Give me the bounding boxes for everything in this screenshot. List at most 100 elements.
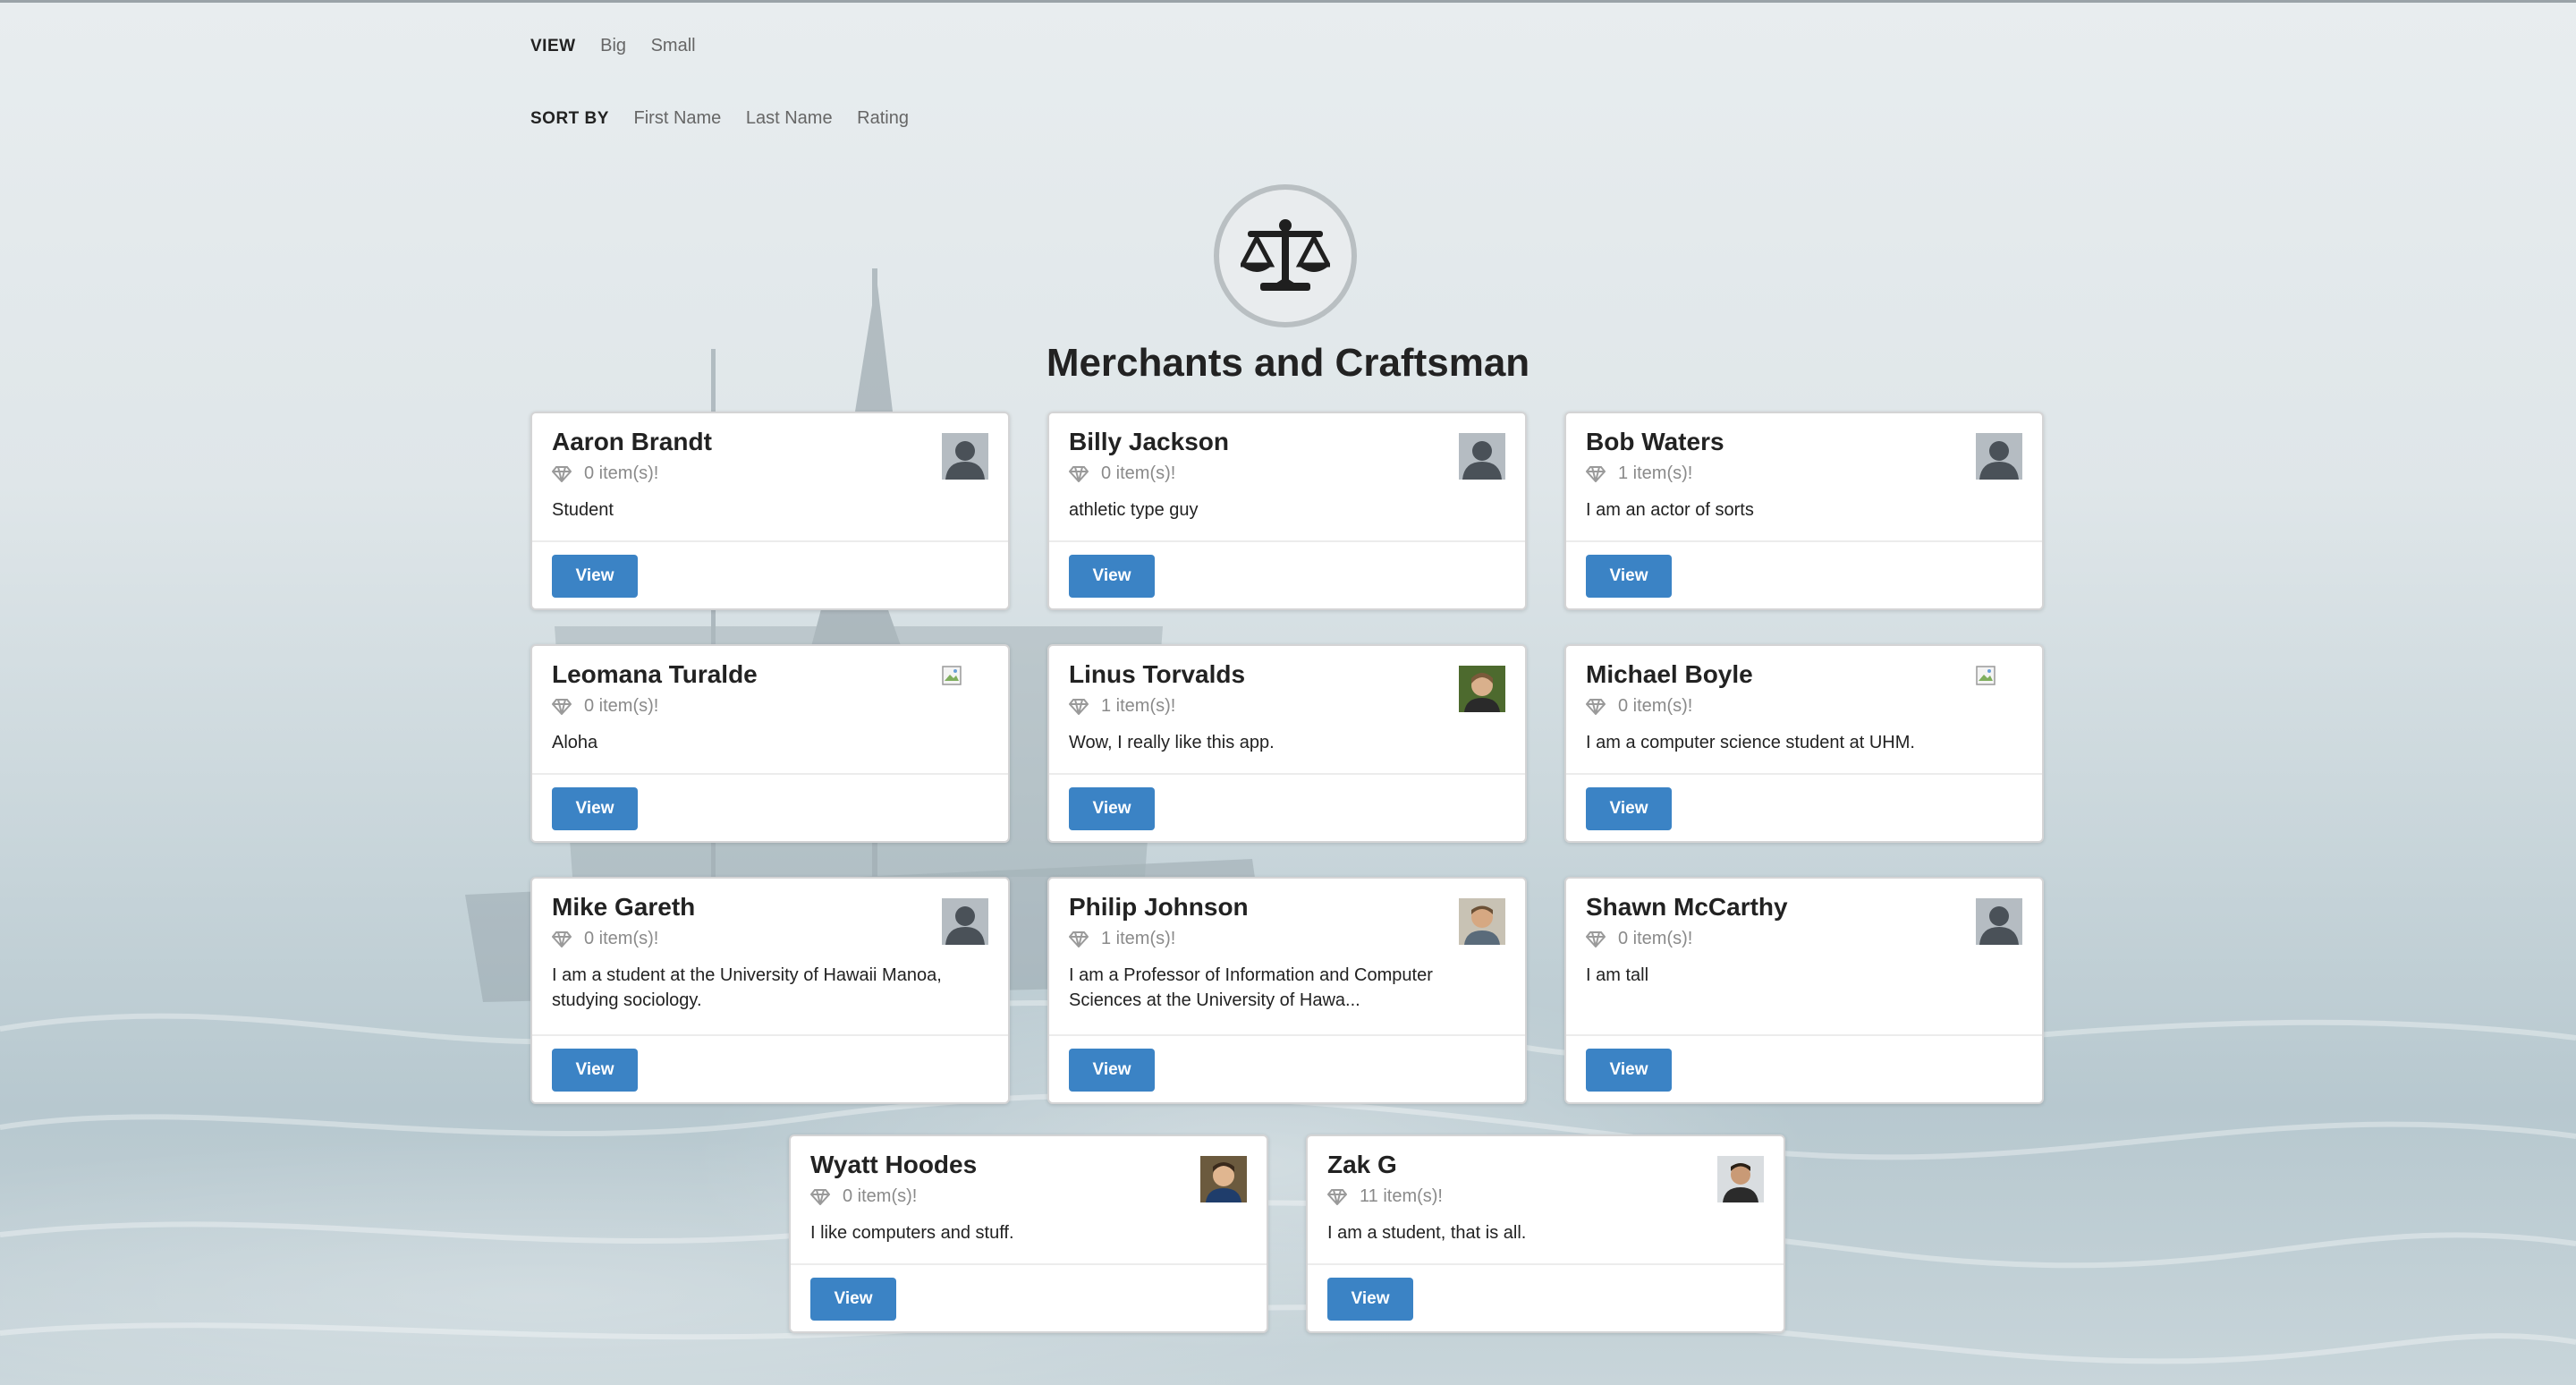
card-divider [532, 773, 1008, 775]
profile-name: Leomana Turalde [552, 660, 758, 688]
user-photo-avatar [1717, 1156, 1764, 1202]
view-options: VIEW Big Small [530, 36, 716, 56]
profile-name: Linus Torvalds [1069, 660, 1246, 688]
profile-description: I like computers and stuff. [810, 1223, 1014, 1243]
default-user-avatar [942, 898, 988, 945]
category-emblem [1214, 184, 1357, 327]
view-profile-button[interactable]: View [552, 787, 638, 830]
view-profile-button[interactable]: View [1327, 1278, 1413, 1321]
diamond-icon [1069, 930, 1089, 947]
profile-card: Billy Jackson 0 item(s)! athletic type g… [1047, 412, 1527, 610]
profile-name: Philip Johnson [1069, 893, 1249, 921]
profile-card: Wyatt Hoodes 0 item(s)! I like computers… [789, 1134, 1268, 1333]
diamond-icon [552, 930, 572, 947]
view-profile-button[interactable]: View [1069, 1049, 1155, 1092]
item-count: 0 item(s)! [1618, 929, 1693, 948]
card-divider [1049, 1034, 1525, 1036]
profile-card: Michael Boyle 0 item(s)! I am a computer… [1564, 644, 2044, 843]
profile-card: Shawn McCarthy 0 item(s)! I am tall View [1564, 877, 2044, 1104]
diamond-icon [1069, 698, 1089, 715]
profile-card: Aaron Brandt 0 item(s)! Student View [530, 412, 1010, 610]
profile-name: Michael Boyle [1586, 660, 1753, 688]
item-count: 0 item(s)! [584, 696, 659, 716]
item-count: 0 item(s)! [843, 1186, 918, 1206]
view-small-option[interactable]: Small [651, 36, 696, 55]
default-user-avatar [1459, 433, 1505, 480]
item-count: 1 item(s)! [1101, 696, 1176, 716]
sort-first-name-option[interactable]: First Name [634, 108, 722, 128]
page-title: Merchants and Craftsman [1046, 341, 1530, 385]
profile-name: Billy Jackson [1069, 428, 1229, 455]
user-photo-avatar [1200, 1156, 1247, 1202]
item-count: 1 item(s)! [1101, 929, 1176, 948]
sort-rating-option[interactable]: Rating [857, 108, 909, 128]
view-profile-button[interactable]: View [1069, 787, 1155, 830]
profile-description: I am a student at the University of Hawa… [552, 965, 942, 1010]
profile-name: Mike Gareth [552, 893, 696, 921]
profile-name: Aaron Brandt [552, 428, 712, 455]
profile-description: I am a Professor of Information and Comp… [1069, 965, 1433, 1010]
view-profile-button[interactable]: View [1069, 555, 1155, 598]
item-count: 0 item(s)! [584, 463, 659, 483]
view-profile-button[interactable]: View [1586, 1049, 1672, 1092]
profile-description: Wow, I really like this app. [1069, 733, 1275, 752]
diamond-icon [1586, 930, 1606, 947]
profile-card: Zak G 11 item(s)! I am a student, that i… [1306, 1134, 1785, 1333]
view-profile-button[interactable]: View [810, 1278, 896, 1321]
default-user-avatar [942, 433, 988, 480]
view-profile-button[interactable]: View [552, 555, 638, 598]
item-count: 0 item(s)! [1101, 463, 1176, 483]
card-divider [1566, 1034, 2042, 1036]
profile-card: Linus Torvalds 1 item(s)! Wow, I really … [1047, 644, 1527, 843]
user-photo-avatar [1459, 666, 1505, 712]
user-photo-avatar [1459, 898, 1505, 945]
item-count: 1 item(s)! [1618, 463, 1693, 483]
broken-image-icon [1976, 666, 1996, 685]
profile-description: I am a student, that is all. [1327, 1223, 1527, 1243]
item-count: 0 item(s)! [1618, 696, 1693, 716]
profile-name: Zak G [1327, 1151, 1397, 1178]
diamond-icon [552, 698, 572, 715]
balance-scale-icon [1241, 219, 1330, 291]
profile-description: I am an actor of sorts [1586, 500, 1754, 520]
default-user-avatar [1976, 898, 2022, 945]
view-profile-button[interactable]: View [552, 1049, 638, 1092]
sort-options: SORT BY First Name Last Name Rating [530, 108, 928, 129]
card-divider [1308, 1263, 1784, 1265]
diamond-icon [1586, 698, 1606, 715]
profile-card: Philip Johnson 1 item(s)! I am a Profess… [1047, 877, 1527, 1104]
diamond-icon [1327, 1188, 1347, 1205]
top-border [0, 0, 2576, 3]
diamond-icon [552, 465, 572, 482]
diamond-icon [1586, 465, 1606, 482]
profile-description: I am a computer science student at UHM. [1586, 733, 1915, 752]
profile-name: Shawn McCarthy [1586, 893, 1788, 921]
profile-description: I am tall [1586, 965, 1649, 985]
profile-name: Wyatt Hoodes [810, 1151, 978, 1178]
view-profile-button[interactable]: View [1586, 787, 1672, 830]
card-divider [1566, 540, 2042, 542]
card-divider [1566, 773, 2042, 775]
card-divider [1049, 773, 1525, 775]
sort-label: SORT BY [530, 109, 609, 128]
card-divider [532, 540, 1008, 542]
item-count: 0 item(s)! [584, 929, 659, 948]
card-divider [1049, 540, 1525, 542]
diamond-icon [1069, 465, 1089, 482]
profile-card: Leomana Turalde 0 item(s)! Aloha View [530, 644, 1010, 843]
profile-description: Student [552, 500, 614, 520]
profile-description: Aloha [552, 733, 598, 752]
item-count: 11 item(s)! [1360, 1186, 1443, 1206]
view-profile-button[interactable]: View [1586, 555, 1672, 598]
profile-description: athletic type guy [1069, 500, 1199, 520]
sort-last-name-option[interactable]: Last Name [746, 108, 833, 128]
profile-name: Bob Waters [1586, 428, 1724, 455]
broken-image-icon [942, 666, 962, 685]
card-divider [791, 1263, 1267, 1265]
default-user-avatar [1976, 433, 2022, 480]
profile-card: Bob Waters 1 item(s)! I am an actor of s… [1564, 412, 2044, 610]
view-big-option[interactable]: Big [600, 36, 626, 55]
profile-card: Mike Gareth 0 item(s)! I am a student at… [530, 877, 1010, 1104]
card-divider [532, 1034, 1008, 1036]
view-label: VIEW [530, 37, 576, 55]
